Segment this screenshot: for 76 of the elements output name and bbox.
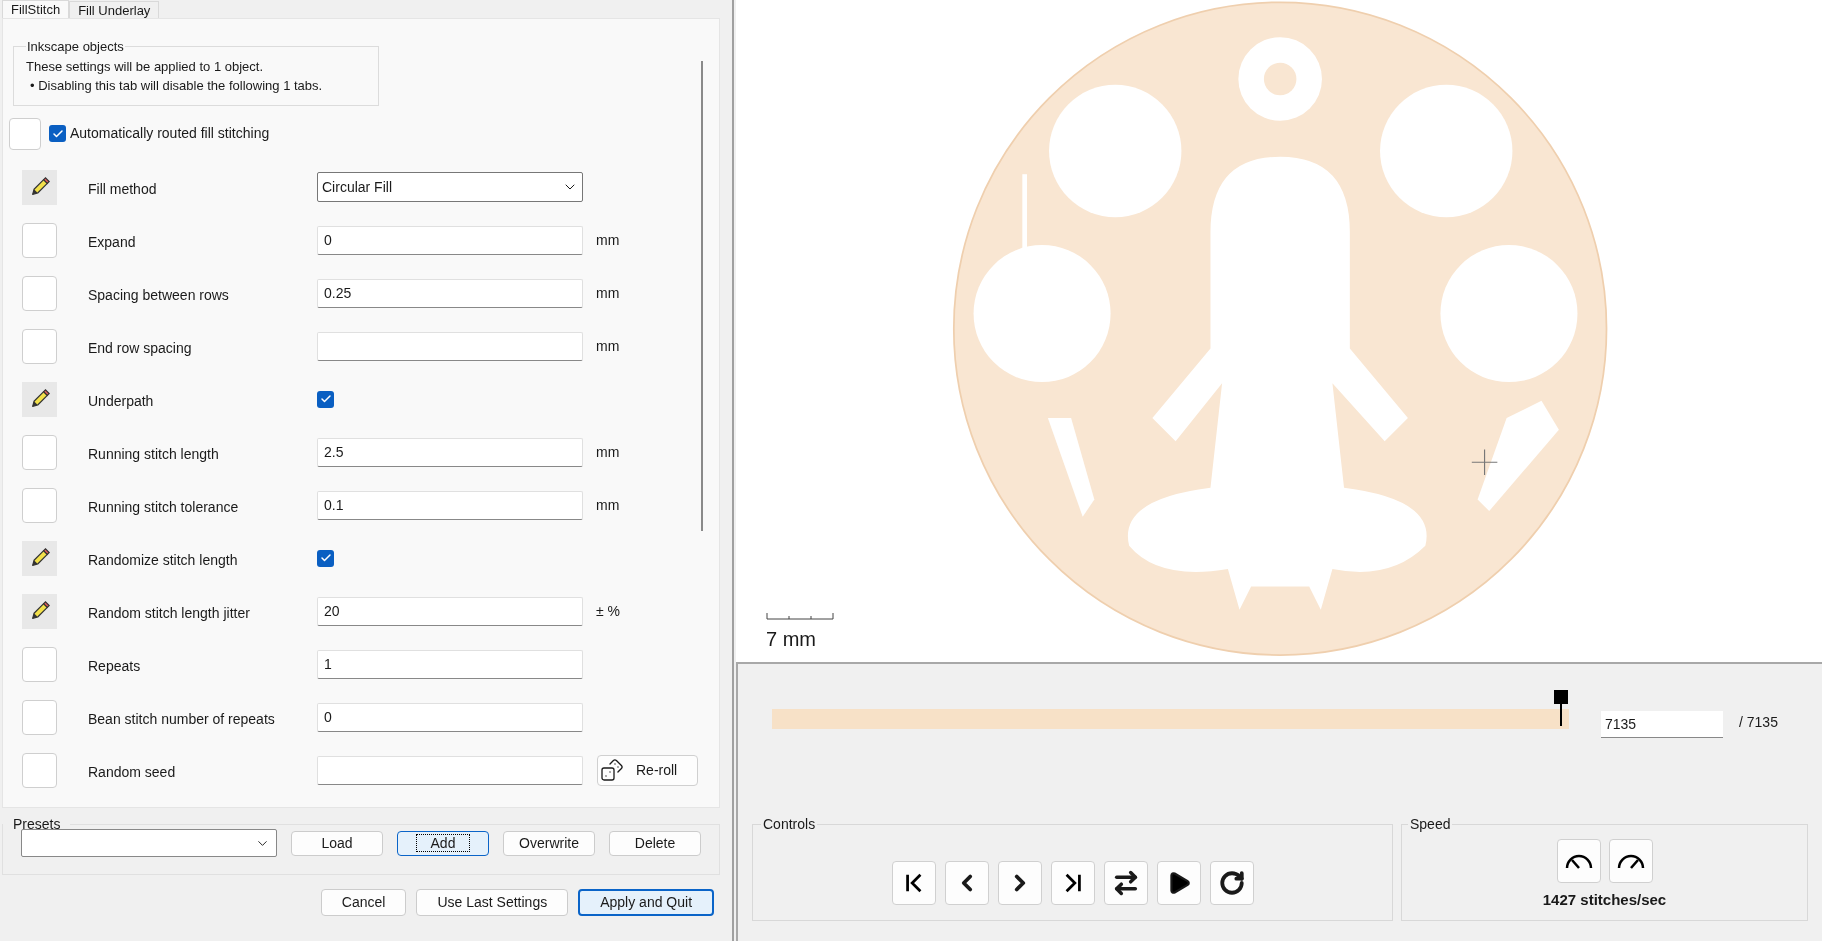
dialog-button[interactable]: Apply and Quit [578, 889, 715, 916]
unit-label: ± % [596, 601, 621, 621]
scale-label: 7 mm [766, 627, 817, 652]
input-field[interactable]: 0.25 [317, 278, 583, 308]
unit-label: mm [596, 442, 620, 462]
unit-label: mm [596, 336, 620, 356]
speed-button[interactable] [1556, 839, 1601, 883]
input-field[interactable] [317, 331, 583, 361]
input-field[interactable]: 0 [317, 702, 583, 732]
speed-button[interactable] [1608, 839, 1653, 883]
stitch-total: / 7135 [1739, 712, 1778, 732]
info-text: • Disabling this tab will disable the following 1 tabs. [29, 76, 324, 95]
param-label: Random seed [88, 762, 177, 782]
presets-dropdown[interactable] [21, 829, 277, 857]
param-label: Underpath [88, 391, 155, 411]
info-text: These settings will be applied to 1 object. [26, 57, 265, 76]
input-field[interactable]: 0.1 [317, 490, 583, 520]
playback-button[interactable] [1209, 860, 1254, 905]
param-label: Bean stitch number of repeats [88, 709, 276, 729]
scale-bar-icon [766, 612, 834, 620]
modified-indicator[interactable] [22, 381, 57, 417]
refresh-icon [1218, 869, 1245, 896]
group-title: Presets [12, 815, 62, 834]
input-field[interactable]: 1 [317, 649, 583, 679]
unit-label: mm [596, 230, 620, 250]
dice-icon [600, 758, 624, 782]
preset-button[interactable]: Overwrite [503, 830, 595, 856]
checkbox[interactable] [49, 125, 66, 142]
stitch-input[interactable]: 7135 [1601, 710, 1723, 738]
param-label: Randomize stitch length [88, 550, 239, 570]
dialog-button[interactable]: Use Last Settings [416, 889, 569, 916]
playback-button[interactable] [1156, 860, 1201, 905]
param-label: Expand [88, 232, 137, 252]
check-icon [319, 393, 332, 405]
unit-label: mm [596, 283, 620, 303]
input-field[interactable]: 0 [317, 225, 583, 255]
tab[interactable]: FillStitch [2, 0, 70, 18]
param-label: Running stitch length [88, 444, 220, 464]
modified-indicator[interactable] [22, 169, 57, 205]
group-title: Controls [762, 815, 817, 834]
playback-button[interactable] [1050, 860, 1095, 905]
reroll-button[interactable]: Re-roll [597, 754, 698, 786]
speed-rate: 1427 stitches/sec [1542, 890, 1667, 910]
fill-method-dropdown[interactable]: Circular Fill [317, 172, 583, 202]
group-title: Inkscape objects [26, 38, 125, 56]
stitch-slider[interactable] [772, 689, 1569, 729]
checkbox[interactable] [317, 549, 334, 567]
dialog-button[interactable]: Cancel [320, 889, 407, 916]
modified-indicator[interactable] [22, 540, 57, 576]
modified-indicator[interactable] [22, 593, 57, 629]
preset-button[interactable]: Add [397, 830, 489, 856]
param-label: Random stitch length jitter [88, 603, 251, 623]
param-label: Running stitch tolerance [88, 497, 240, 517]
preset-button[interactable]: Delete [609, 830, 701, 856]
preset-button[interactable]: Load [291, 830, 383, 856]
slider-thumb[interactable] [1553, 689, 1569, 726]
crosshair-icon [1471, 448, 1498, 476]
unit-label: mm [596, 495, 620, 515]
param-label: End row spacing [88, 338, 193, 358]
input-field[interactable]: 20 [317, 596, 583, 626]
playback-button[interactable] [891, 860, 936, 905]
playback-button[interactable] [1103, 860, 1148, 905]
input-field[interactable]: 2.5 [317, 437, 583, 467]
playback-button[interactable] [944, 860, 989, 905]
check-icon [319, 552, 332, 564]
param-label: Spacing between rows [88, 285, 230, 305]
param-label: Repeats [88, 656, 142, 676]
playback-button[interactable] [997, 860, 1042, 905]
group-title: Speed [1409, 815, 1452, 834]
toggle-box[interactable] [9, 117, 41, 150]
param-label: Fill method [88, 179, 158, 199]
input-field[interactable] [317, 755, 583, 785]
toggle-label: Automatically routed fill stitching [70, 124, 270, 143]
checkbox[interactable] [317, 390, 334, 408]
check-icon [51, 127, 64, 140]
tab[interactable]: Fill Underlay [69, 1, 160, 18]
